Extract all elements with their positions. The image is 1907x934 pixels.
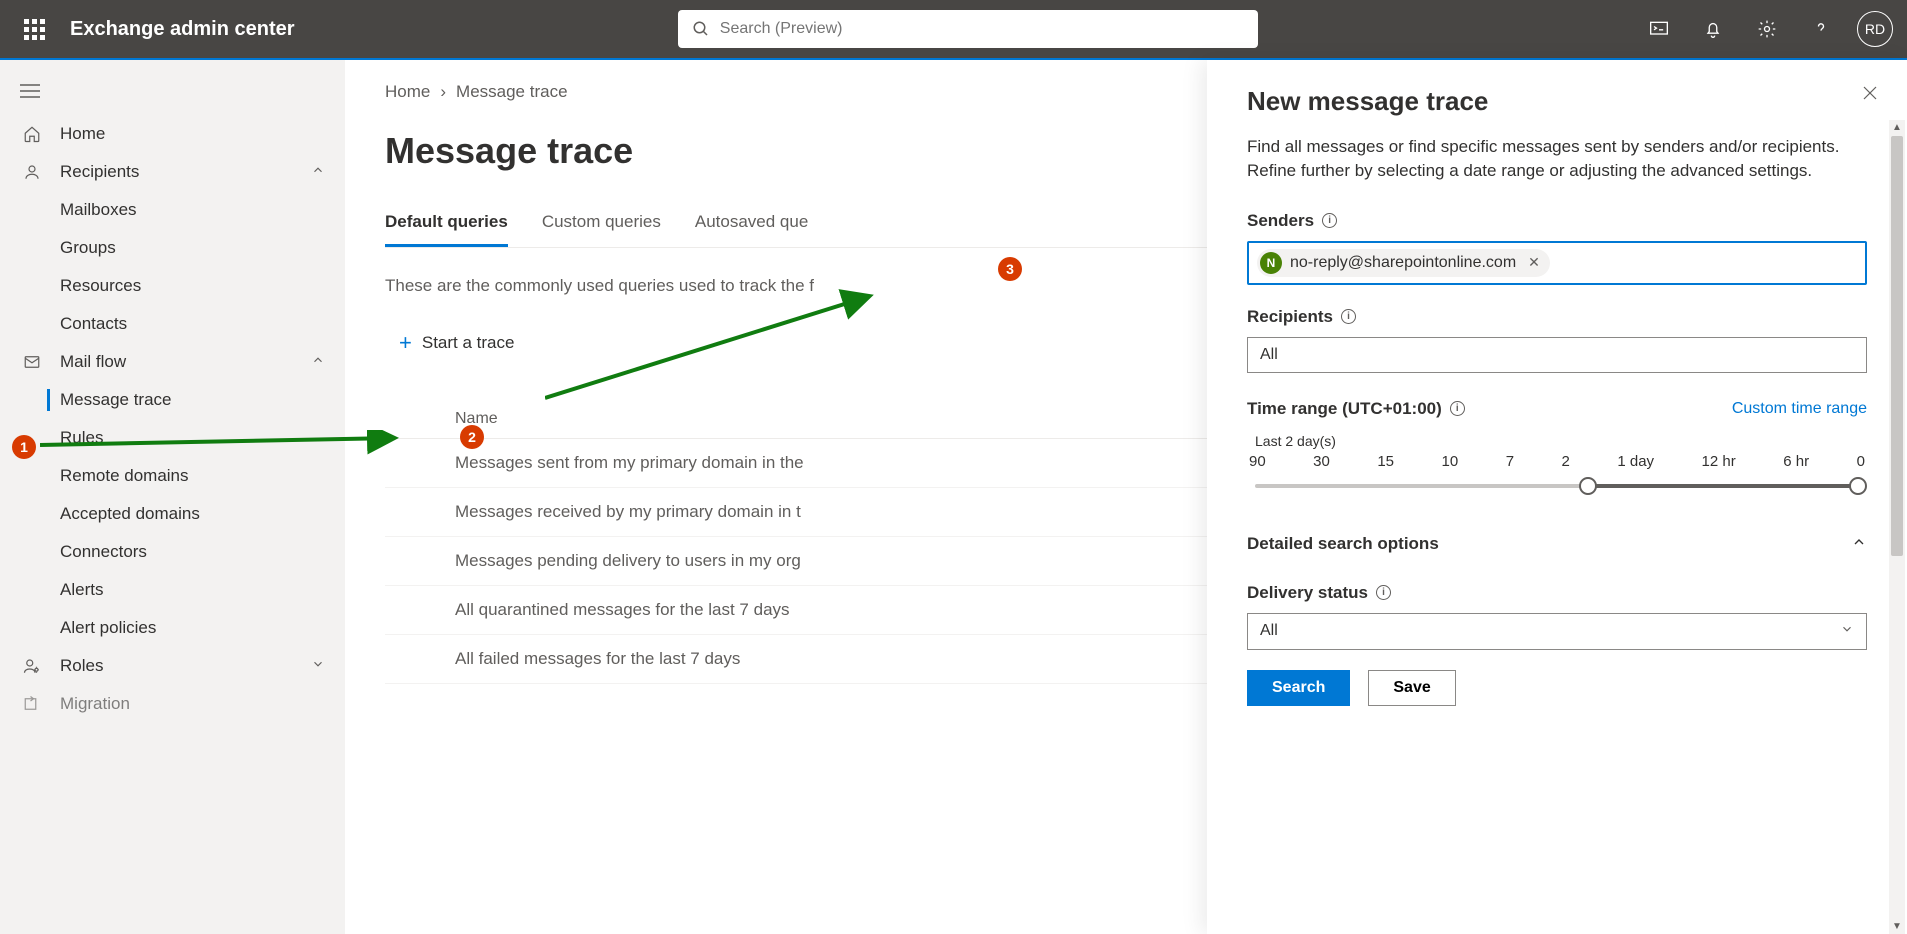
bell-icon[interactable] <box>1695 11 1731 47</box>
mail-icon <box>20 353 44 371</box>
nav-mailflow[interactable]: Mail flow <box>0 343 345 381</box>
panel-description: Find all messages or find specific messa… <box>1247 135 1867 183</box>
search-button[interactable]: Search <box>1247 670 1350 706</box>
recipients-label: Recipients i <box>1247 307 1867 327</box>
scroll-up-icon[interactable]: ▲ <box>1889 122 1905 133</box>
breadcrumb-current: Message trace <box>456 82 568 102</box>
nav-home[interactable]: Home <box>0 115 345 153</box>
nav-mailboxes[interactable]: Mailboxes <box>0 191 345 229</box>
annotation-marker-3: 3 <box>998 257 1022 281</box>
nav-migration[interactable]: Migration <box>0 685 345 723</box>
chevron-up-icon <box>311 162 325 182</box>
detailed-search-toggle[interactable]: Detailed search options <box>1247 526 1867 563</box>
senders-label: Senders i <box>1247 211 1867 231</box>
sidebar: Home Recipients Mailboxes Groups Resourc… <box>0 60 345 934</box>
chip-email: no-reply@sharepointonline.com <box>1290 254 1516 272</box>
breadcrumb-home[interactable]: Home <box>385 82 430 102</box>
delivery-status-label: Delivery status i <box>1247 583 1867 603</box>
nav-roles[interactable]: Roles <box>0 647 345 685</box>
home-icon <box>20 125 44 143</box>
scrollbar[interactable]: ▲ ▼ <box>1889 120 1905 934</box>
sender-chip: N no-reply@sharepointonline.com ✕ <box>1257 249 1550 277</box>
slider-thumb-right[interactable] <box>1849 477 1867 495</box>
close-button[interactable] <box>1861 82 1879 108</box>
chevron-up-icon <box>311 352 325 372</box>
close-icon <box>1861 84 1879 102</box>
slider-ticks: 90301510721 day12 hr6 hr0 <box>1247 453 1867 470</box>
panel-title: New message trace <box>1247 86 1867 117</box>
search-icon <box>692 20 710 38</box>
chevron-right-icon: › <box>440 82 446 102</box>
waffle-icon <box>24 19 45 40</box>
chevron-down-icon <box>1840 622 1854 641</box>
slider-current-label: Last 2 day(s) <box>1247 433 1867 449</box>
nav-remote-domains[interactable]: Remote domains <box>0 457 345 495</box>
info-icon[interactable]: i <box>1376 585 1391 600</box>
nav-accepted-domains[interactable]: Accepted domains <box>0 495 345 533</box>
nav-groups[interactable]: Groups <box>0 229 345 267</box>
info-icon[interactable]: i <box>1322 213 1337 228</box>
terminal-icon[interactable] <box>1641 11 1677 47</box>
tab-autosaved-queries[interactable]: Autosaved que <box>695 212 808 247</box>
search-box[interactable] <box>678 10 1258 48</box>
tab-custom-queries[interactable]: Custom queries <box>542 212 661 247</box>
time-range-slider[interactable] <box>1247 476 1867 496</box>
chip-remove-button[interactable]: ✕ <box>1528 254 1540 271</box>
app-title: Exchange admin center <box>70 18 295 41</box>
help-icon[interactable] <box>1803 11 1839 47</box>
info-icon[interactable]: i <box>1341 309 1356 324</box>
annotation-marker-1: 1 <box>12 435 36 459</box>
scroll-down-icon[interactable]: ▼ <box>1889 921 1905 932</box>
top-bar: Exchange admin center RD <box>0 0 1907 60</box>
time-range-label: Time range (UTC+01:00) i <box>1247 399 1465 419</box>
trace-panel: New message trace Find all messages or f… <box>1207 60 1907 934</box>
nav-message-trace[interactable]: Message trace <box>0 381 345 419</box>
nav-connectors[interactable]: Connectors <box>0 533 345 571</box>
scrollbar-thumb[interactable] <box>1891 136 1903 556</box>
annotation-marker-2: 2 <box>460 425 484 449</box>
chip-avatar: N <box>1260 252 1282 274</box>
search-input[interactable] <box>720 20 1244 38</box>
nav-recipients[interactable]: Recipients <box>0 153 345 191</box>
nav-alerts[interactable]: Alerts <box>0 571 345 609</box>
nav-resources[interactable]: Resources <box>0 267 345 305</box>
gear-icon[interactable] <box>1749 11 1785 47</box>
senders-input[interactable]: N no-reply@sharepointonline.com ✕ <box>1247 241 1867 285</box>
sidebar-collapse-button[interactable] <box>0 80 345 115</box>
migration-icon <box>20 695 44 713</box>
custom-time-range-link[interactable]: Custom time range <box>1732 400 1867 418</box>
delivery-status-select[interactable]: All <box>1247 613 1867 650</box>
avatar[interactable]: RD <box>1857 11 1893 47</box>
slider-thumb-left[interactable] <box>1579 477 1597 495</box>
nav-alert-policies[interactable]: Alert policies <box>0 609 345 647</box>
chevron-down-icon <box>311 656 325 676</box>
save-button[interactable]: Save <box>1368 670 1455 706</box>
app-launcher-button[interactable] <box>14 9 54 49</box>
plus-icon: + <box>399 330 412 356</box>
chevron-up-icon <box>1851 534 1867 555</box>
nav-rules[interactable]: Rules <box>0 419 345 457</box>
person-icon <box>20 163 44 181</box>
roles-icon <box>20 657 44 675</box>
nav-contacts[interactable]: Contacts <box>0 305 345 343</box>
recipients-input[interactable]: All <box>1247 337 1867 373</box>
info-icon[interactable]: i <box>1450 401 1465 416</box>
tab-default-queries[interactable]: Default queries <box>385 212 508 247</box>
